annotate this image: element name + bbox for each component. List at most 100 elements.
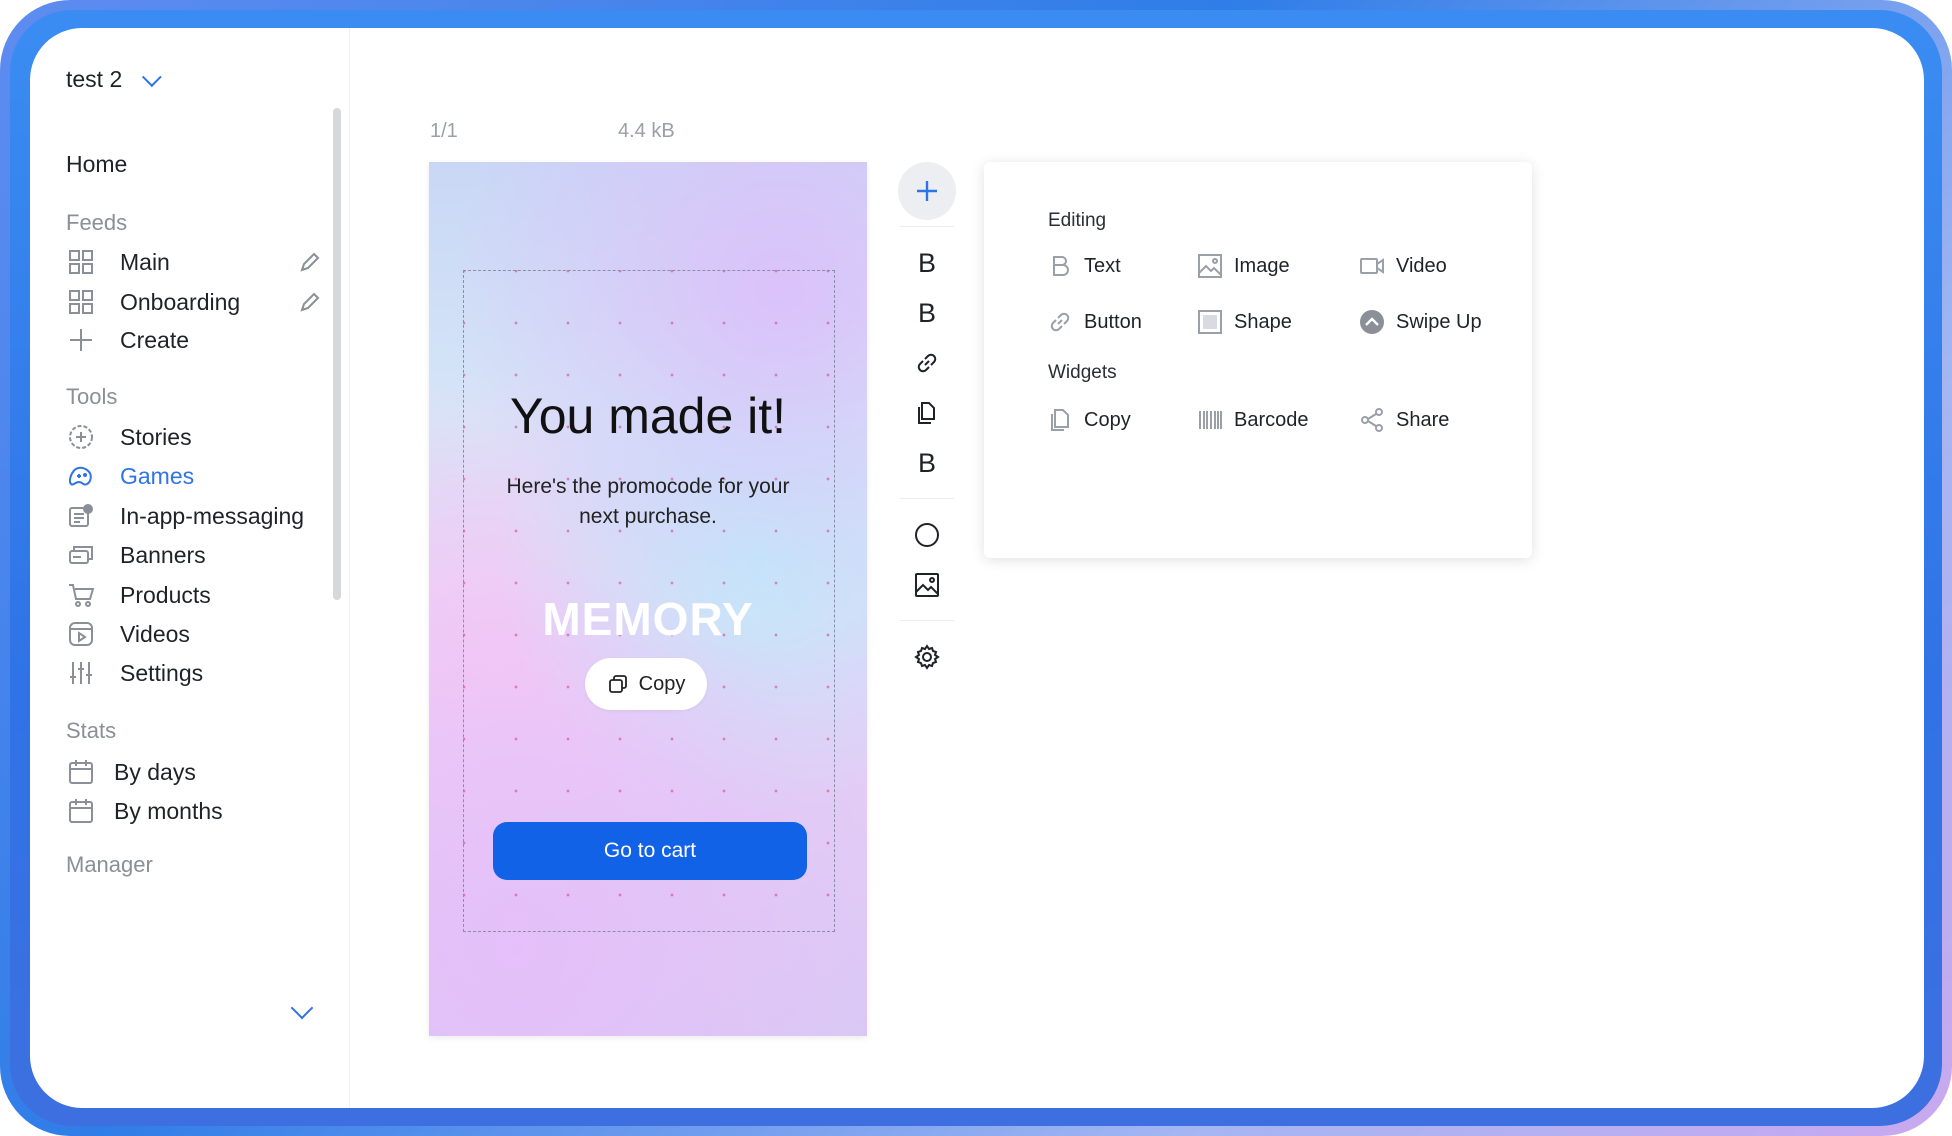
video-icon xyxy=(66,619,96,649)
option-label: Video xyxy=(1396,254,1447,277)
stats-header: Stats xyxy=(66,718,117,743)
toolbar-divider xyxy=(900,620,954,621)
toolbar-divider xyxy=(900,226,954,227)
message-icon xyxy=(66,501,96,531)
workspace-selector[interactable]: test 2 xyxy=(66,66,162,93)
preview-subtitle[interactable]: Here's the promocode for your next purch… xyxy=(499,472,797,532)
sidebar-item-label: By months xyxy=(114,797,223,824)
copy-icon xyxy=(918,402,935,424)
sidebar-item-label: Products xyxy=(120,581,211,608)
promo-code[interactable]: MEMORY xyxy=(429,592,867,646)
sidebar-item-label: Videos xyxy=(120,620,190,647)
image-layer-button[interactable] xyxy=(898,556,956,614)
sidebar-item-main[interactable]: Main xyxy=(66,246,170,278)
text-layer-button[interactable]: B xyxy=(898,434,956,492)
image-icon xyxy=(1196,252,1224,280)
sidebar-item-label: Create xyxy=(120,326,190,353)
option-label: Image xyxy=(1234,254,1290,277)
copy-label: Copy xyxy=(638,672,686,695)
option-label: Shape xyxy=(1234,310,1292,333)
sidebar-item-create[interactable]: Create xyxy=(66,324,189,356)
sidebar: test 2 Home Feeds Main Onboarding Create… xyxy=(30,28,350,1108)
calendar-icon xyxy=(66,757,96,787)
option-label: Swipe Up xyxy=(1396,310,1482,333)
image-icon xyxy=(915,573,939,597)
go-to-cart-button[interactable]: Go to cart xyxy=(493,822,807,880)
circle-icon xyxy=(915,523,939,547)
chevron-down-icon xyxy=(142,66,162,87)
sidebar-item-stories[interactable]: Stories xyxy=(66,421,192,453)
preview-title[interactable]: You made it! xyxy=(429,387,867,445)
add-swipe-up-option[interactable]: Swipe Up xyxy=(1358,308,1482,336)
pencil-icon[interactable] xyxy=(298,290,322,314)
add-share-widget-option[interactable]: Share xyxy=(1358,406,1449,434)
sidebar-item-label: Onboarding xyxy=(120,288,241,315)
link-icon xyxy=(917,353,937,373)
link-icon xyxy=(1046,308,1074,336)
sidebar-item-by-days[interactable]: By days xyxy=(66,756,196,788)
sidebar-item-games[interactable]: Games xyxy=(66,460,194,492)
add-barcode-widget-option[interactable]: Barcode xyxy=(1196,406,1309,434)
settings-button[interactable] xyxy=(898,628,956,686)
sidebar-item-by-months[interactable]: By months xyxy=(66,795,223,827)
option-label: Copy xyxy=(1084,408,1131,431)
share-icon xyxy=(1358,406,1386,434)
video-camera-icon xyxy=(1358,252,1386,280)
sidebar-item-label: Games xyxy=(120,462,195,489)
sidebar-item-label: In-app-messaging xyxy=(120,502,305,529)
add-element-popover: Editing Text Image Video Button Shape Sw… xyxy=(984,162,1532,558)
add-copy-widget-option[interactable]: Copy xyxy=(1046,406,1131,434)
option-label: Barcode xyxy=(1234,408,1309,431)
expand-chevron-icon[interactable] xyxy=(290,996,314,1020)
file-size: 4.4 kB xyxy=(618,120,675,142)
sidebar-item-label: Stories xyxy=(120,423,192,450)
sidebar-item-label: Main xyxy=(120,248,170,275)
widgets-header: Widgets xyxy=(1048,362,1117,383)
feeds-header: Feeds xyxy=(66,210,128,235)
sidebar-item-settings[interactable]: Settings xyxy=(66,657,203,689)
option-label: Button xyxy=(1084,310,1142,333)
copy-icon xyxy=(608,675,627,693)
toolbar-divider xyxy=(900,498,954,499)
settings-icon xyxy=(914,644,940,670)
grid-icon xyxy=(66,287,96,317)
sidebar-item-label: Banners xyxy=(120,541,206,568)
add-video-option[interactable]: Video xyxy=(1358,252,1447,280)
barcode-icon xyxy=(1196,406,1224,434)
cart-icon xyxy=(66,580,96,610)
sliders-icon xyxy=(66,658,96,688)
stories-icon xyxy=(66,422,96,452)
add-image-option[interactable]: Image xyxy=(1196,252,1290,280)
grid-icon xyxy=(66,247,96,277)
option-label: Share xyxy=(1396,408,1450,431)
nav-home[interactable]: Home xyxy=(66,151,127,178)
sidebar-item-label: Settings xyxy=(120,659,204,686)
square-icon xyxy=(1196,308,1224,336)
sidebar-item-videos[interactable]: Videos xyxy=(66,618,190,650)
option-label: Text xyxy=(1084,254,1121,277)
copy-widget-button[interactable]: Copy xyxy=(585,658,707,710)
sidebar-scrollbar[interactable] xyxy=(333,108,341,600)
sidebar-item-label: By days xyxy=(114,758,196,785)
add-icon xyxy=(917,181,937,201)
workspace-name: test 2 xyxy=(66,66,123,92)
app-screen: test 2 Home Feeds Main Onboarding Create… xyxy=(30,28,1924,1108)
plus-icon xyxy=(66,325,96,355)
add-shape-option[interactable]: Shape xyxy=(1196,308,1292,336)
add-element-button[interactable] xyxy=(898,162,956,220)
story-preview[interactable]: You made it! Here's the promocode for yo… xyxy=(429,162,867,1036)
calendar-icon xyxy=(66,796,96,826)
sidebar-item-in-app-messaging[interactable]: In-app-messaging xyxy=(66,500,304,532)
text-icon xyxy=(1046,252,1074,280)
page-counter: 1/1 xyxy=(430,120,458,142)
tools-header: Tools xyxy=(66,384,118,409)
sidebar-item-banners[interactable]: Banners xyxy=(66,539,206,571)
add-text-option[interactable]: Text xyxy=(1046,252,1121,280)
pencil-icon[interactable] xyxy=(298,250,322,274)
gamepad-icon xyxy=(66,461,96,491)
sidebar-item-onboarding[interactable]: Onboarding xyxy=(66,286,240,318)
swipe-up-icon xyxy=(1358,308,1386,336)
add-button-option[interactable]: Button xyxy=(1046,308,1142,336)
copy-icon xyxy=(1046,406,1074,434)
sidebar-item-products[interactable]: Products xyxy=(66,579,211,611)
